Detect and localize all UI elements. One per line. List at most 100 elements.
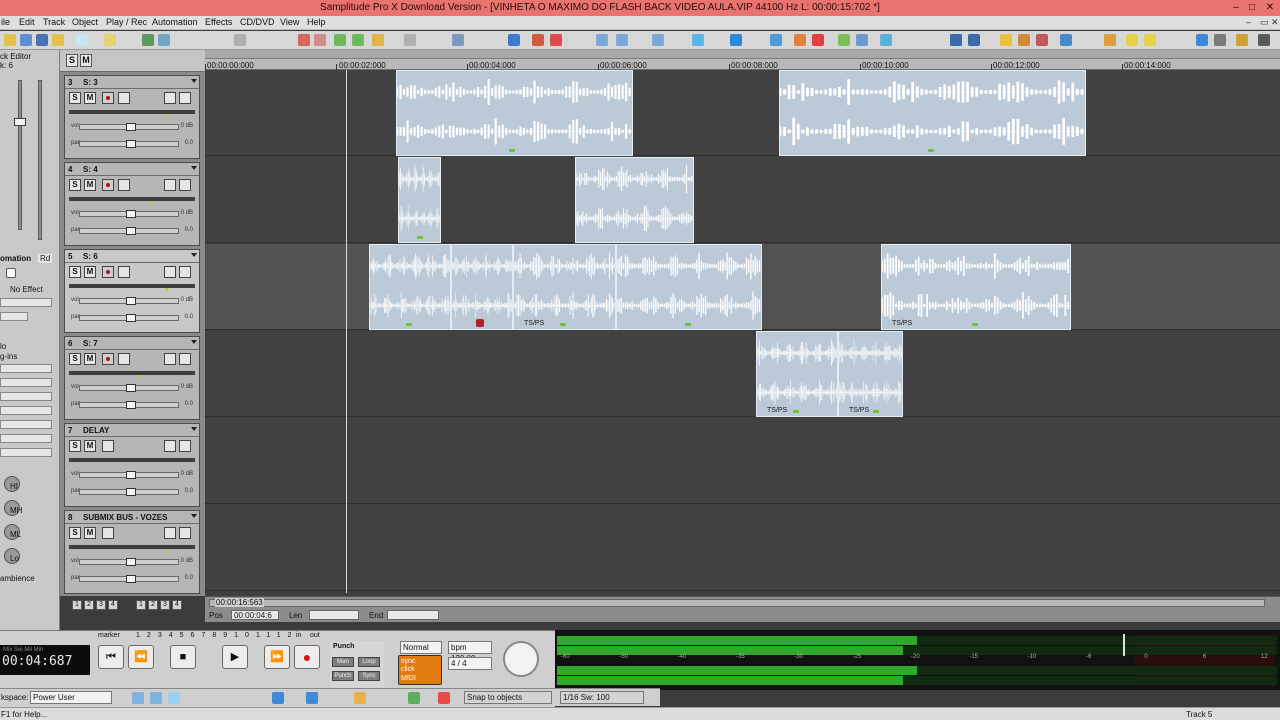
- snap-icon[interactable]: [352, 34, 364, 46]
- marker-5[interactable]: 5: [180, 632, 191, 639]
- jog-dial[interactable]: [503, 641, 539, 677]
- setup-2-button[interactable]: 2: [84, 600, 94, 610]
- grid-select[interactable]: 1/16 Sw: 100: [560, 691, 644, 704]
- heart-icon[interactable]: [314, 34, 326, 46]
- automation-checkbox[interactable]: [6, 268, 16, 278]
- minimize-button[interactable]: –: [1228, 1, 1244, 14]
- tools-icon[interactable]: [104, 34, 116, 46]
- out-label[interactable]: out: [310, 632, 320, 639]
- clip-handle[interactable]: [417, 236, 423, 239]
- rewind-to-start-button[interactable]: ⏮: [98, 645, 124, 669]
- audio-clip[interactable]: TS/PS: [756, 331, 838, 417]
- volume-slider-knob[interactable]: [126, 123, 136, 131]
- menu-object[interactable]: Object: [72, 17, 98, 27]
- play-icon[interactable]: [730, 34, 742, 46]
- track-header[interactable]: 3 S: 3 S M vol 0 dB pan 0.0: [64, 75, 200, 159]
- next-marker-icon[interactable]: [652, 34, 664, 46]
- draw-icon[interactable]: [1018, 34, 1030, 46]
- menu-effects[interactable]: Effects: [205, 17, 232, 27]
- track-name[interactable]: S: 3: [83, 78, 98, 87]
- play-button[interactable]: ▶: [222, 645, 248, 669]
- cut-icon[interactable]: [142, 34, 154, 46]
- playback-cursor[interactable]: [346, 70, 347, 593]
- clip-handle[interactable]: [560, 323, 566, 326]
- volume-slider-knob[interactable]: [126, 384, 136, 392]
- audio-clip[interactable]: [398, 157, 441, 243]
- save-icon[interactable]: [36, 34, 48, 46]
- pan-slider[interactable]: [79, 227, 179, 235]
- plugin-slot-4[interactable]: [0, 406, 52, 415]
- mode-a-icon[interactable]: [132, 692, 144, 704]
- menu-cd-dvd[interactable]: CD/DVD: [240, 17, 275, 27]
- track-header-selected[interactable]: 5 S: 6 S M vol 0 dB pan 0.0: [64, 249, 200, 333]
- snap-select[interactable]: Snap to objects: [464, 691, 552, 704]
- volume-slider[interactable]: [79, 210, 179, 218]
- gear-icon[interactable]: [1214, 34, 1226, 46]
- new-project-icon[interactable]: [4, 34, 16, 46]
- open-icon[interactable]: [20, 34, 32, 46]
- track-header[interactable]: 8 SUBMIX BUS - VOZES S M vol 0 dB pan 0.…: [64, 510, 200, 594]
- timeline-ruler[interactable]: 00:00:00:000 00:00:02:000 00:00:04:000 0…: [205, 50, 1280, 70]
- volume-slider-knob[interactable]: [126, 471, 136, 479]
- track-menu-arrow-icon[interactable]: [191, 253, 197, 257]
- erase-icon[interactable]: [1036, 34, 1048, 46]
- track-monitor-button[interactable]: [118, 266, 130, 278]
- folder-icon[interactable]: [52, 34, 64, 46]
- track-lock-button[interactable]: [164, 92, 176, 104]
- rewind-button[interactable]: ⏪: [128, 645, 154, 669]
- track-mute-button[interactable]: M: [84, 440, 96, 452]
- track-monitor-button[interactable]: [118, 92, 130, 104]
- track-settings-button[interactable]: [179, 353, 191, 365]
- track-menu-arrow-icon[interactable]: [191, 166, 197, 170]
- menu-file[interactable]: ile: [1, 17, 10, 27]
- main-fader-knob[interactable]: [14, 118, 26, 126]
- screen-icon[interactable]: [880, 34, 892, 46]
- zoom-4-button[interactable]: 4: [172, 600, 182, 610]
- plugin-slot-1[interactable]: [0, 364, 52, 373]
- track-record-button[interactable]: [102, 266, 114, 278]
- menu-edit[interactable]: Edit: [19, 17, 35, 27]
- effect-combo[interactable]: [0, 298, 52, 307]
- track-record-button[interactable]: [102, 353, 114, 365]
- settings-icon[interactable]: [532, 34, 544, 46]
- fx-icon[interactable]: [794, 34, 806, 46]
- clip-handle[interactable]: [685, 323, 691, 326]
- mdi-close[interactable]: ✕: [1271, 17, 1279, 28]
- track-header[interactable]: 4 S: 4 S M vol 0 dB pan 0.0: [64, 162, 200, 246]
- man-button[interactable]: Man: [332, 657, 354, 667]
- plugin-slot-6[interactable]: [0, 434, 52, 443]
- plugin-slot-5[interactable]: [0, 420, 52, 429]
- track-mute-button[interactable]: M: [84, 353, 96, 365]
- effect-slot[interactable]: [0, 312, 28, 321]
- global-solo-button[interactable]: S: [66, 54, 78, 67]
- track-lane[interactable]: [205, 418, 1280, 504]
- level-mode-icon[interactable]: [408, 692, 420, 704]
- track-record-button[interactable]: [102, 92, 114, 104]
- clip-handle[interactable]: [873, 410, 879, 413]
- track-lane[interactable]: [205, 70, 1280, 156]
- pan-slider-knob[interactable]: [126, 575, 136, 583]
- sync-button[interactable]: Sync: [358, 671, 380, 681]
- pan-slider-knob[interactable]: [126, 314, 136, 322]
- track-lane[interactable]: [205, 331, 1280, 417]
- end-field[interactable]: [387, 610, 439, 620]
- key-icon[interactable]: [1104, 34, 1116, 46]
- track-mute-button[interactable]: M: [84, 92, 96, 104]
- track-menu-arrow-icon[interactable]: [191, 427, 197, 431]
- audio-clip[interactable]: [779, 70, 1086, 156]
- track-name[interactable]: S: 4: [83, 165, 98, 174]
- cut-mode-icon[interactable]: [354, 692, 366, 704]
- record-mode-icon[interactable]: [550, 34, 562, 46]
- record-button[interactable]: ●: [294, 645, 320, 669]
- play-region-icon[interactable]: [692, 34, 704, 46]
- audio-clip[interactable]: TS/PS: [881, 244, 1071, 330]
- clip-fx-icon[interactable]: [476, 319, 484, 327]
- pan-slider[interactable]: [79, 488, 179, 496]
- track-settings-button[interactable]: [179, 92, 191, 104]
- marker-1[interactable]: 1: [136, 632, 147, 639]
- mode-select[interactable]: Normal: [400, 641, 442, 654]
- track-name[interactable]: DELAY: [83, 426, 109, 435]
- track-lock-button[interactable]: [164, 179, 176, 191]
- zoom-1-button[interactable]: 1: [136, 600, 146, 610]
- mode-b-icon[interactable]: [150, 692, 162, 704]
